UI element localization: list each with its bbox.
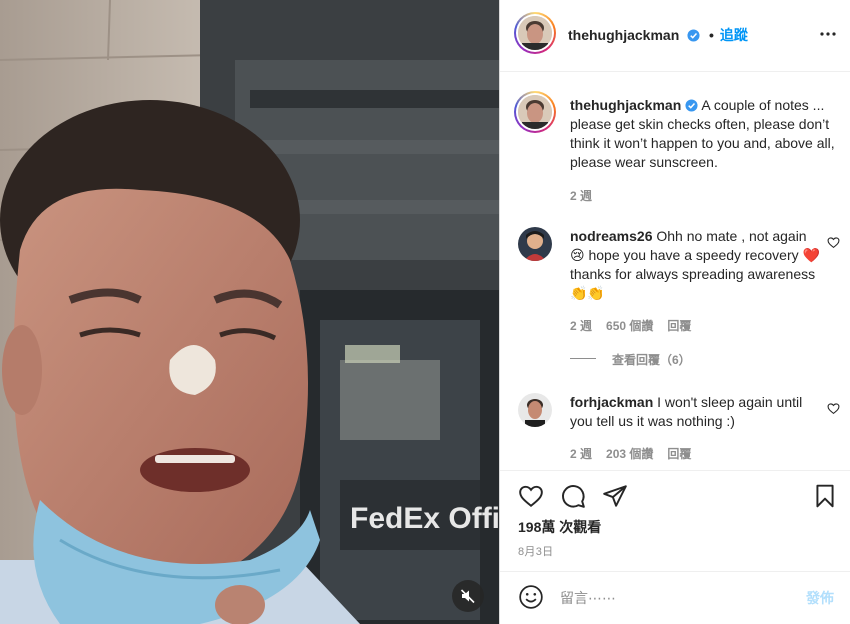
comment-like-heart-icon[interactable] — [827, 236, 840, 249]
author-avatar[interactable] — [514, 12, 556, 54]
more-options-icon — [820, 32, 836, 36]
comment-username[interactable]: nodreams26 — [570, 228, 652, 244]
post-video[interactable]: FedEx Office — [0, 0, 500, 624]
comment-avatar-image — [518, 393, 552, 427]
verified-badge-icon — [685, 99, 698, 112]
comment-avatar-image — [518, 227, 552, 261]
caption-username[interactable]: thehughjackman — [570, 97, 681, 113]
comment-timestamp[interactable]: 2 週 — [570, 319, 592, 333]
muted-speaker-icon — [460, 589, 475, 604]
more-options-button[interactable] — [818, 24, 838, 44]
fedex-sign-text: FedEx Office — [350, 502, 500, 535]
view-count[interactable]: 198萬 次觀看 — [518, 517, 601, 537]
comment-avatar[interactable] — [518, 227, 552, 261]
share-icon[interactable] — [602, 483, 628, 509]
header-username[interactable]: thehughjackman — [568, 27, 679, 43]
view-replies-label: 查看回覆（6） — [612, 353, 691, 367]
comment-meta: 2 週 650 個讚 回覆 — [570, 317, 705, 334]
verified-badge-icon — [687, 29, 700, 42]
comment-like-heart-icon[interactable] — [827, 402, 840, 415]
follow-button[interactable]: 追蹤 — [720, 27, 748, 43]
caption-avatar-image — [518, 95, 552, 129]
actions-divider — [500, 470, 850, 471]
emoji-icon[interactable] — [518, 584, 544, 610]
post-caption: thehughjackman A couple of notes ... ple… — [570, 96, 836, 172]
caption-meta: 2 週 — [570, 187, 606, 204]
bookmark-icon[interactable] — [812, 483, 838, 509]
post-comment-button[interactable]: 發佈 — [806, 588, 834, 608]
comment-timestamp[interactable]: 2 週 — [570, 447, 592, 461]
comment-icon[interactable] — [560, 483, 586, 509]
comment-likes[interactable]: 203 個讚 — [606, 447, 653, 461]
comment-body: nodreams26 Ohh no mate , not again 😢 hop… — [570, 227, 820, 303]
view-replies-line — [570, 358, 596, 359]
comment-avatar[interactable] — [518, 393, 552, 427]
comment-body: forhjackman I won't sleep again until yo… — [570, 393, 820, 431]
comment-reply-button[interactable]: 回覆 — [667, 319, 691, 333]
heart-icon[interactable] — [518, 483, 544, 509]
comment-reply-button[interactable]: 回覆 — [667, 447, 691, 461]
follow-separator: • — [709, 27, 714, 43]
video-frame: FedEx Office — [0, 0, 500, 624]
post-date[interactable]: 8月3日 — [518, 543, 553, 559]
caption-author-avatar[interactable] — [514, 91, 556, 133]
caption-timestamp[interactable]: 2 週 — [570, 189, 592, 203]
mute-toggle-button[interactable] — [452, 580, 484, 612]
author-avatar-image — [518, 16, 552, 50]
comment-input[interactable] — [560, 588, 790, 608]
header-author-line: thehughjackman • 追蹤 — [568, 25, 748, 45]
instagram-post-view: FedEx Office — [0, 0, 850, 624]
comment-username[interactable]: forhjackman — [570, 394, 653, 410]
comment-likes[interactable]: 650 個讚 — [606, 319, 653, 333]
comment-meta: 2 週 203 個讚 回覆 — [570, 445, 705, 462]
